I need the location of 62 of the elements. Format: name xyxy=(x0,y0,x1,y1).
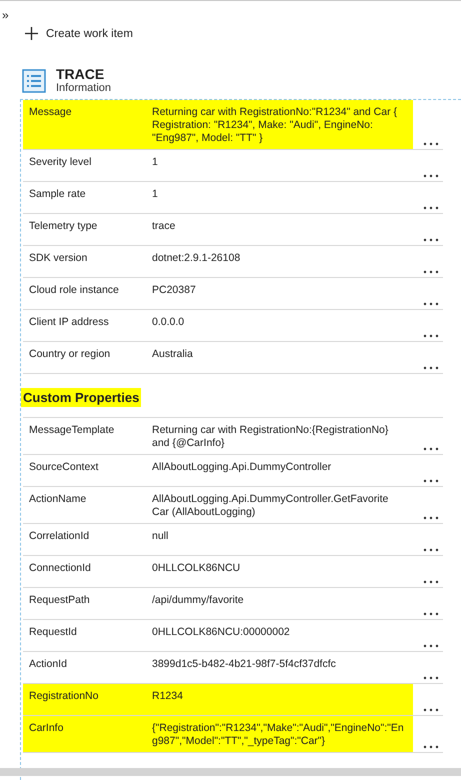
property-value: {"Registration":"R1234","Make":"Audi","EngineNo":"Eng987","Model":"TT","_typeTag":"Car"} xyxy=(148,716,413,752)
more-icon xyxy=(423,708,439,712)
property-value: 3899d1c5-b482-4b21-98f7-5f4cf37dfcfc xyxy=(151,657,337,672)
more-icon xyxy=(423,366,439,370)
create-work-item-button[interactable]: Create work item xyxy=(25,27,133,40)
property-label: ConnectionId xyxy=(28,561,92,576)
more-icon xyxy=(423,516,439,520)
property-value: 1 xyxy=(151,155,159,170)
property-label: CorrelationId xyxy=(28,529,90,544)
list-icon xyxy=(22,68,46,92)
more-icon xyxy=(423,580,439,584)
more-icon xyxy=(423,142,439,146)
more-icon xyxy=(423,612,439,616)
property-label: RegistrationNo xyxy=(23,684,148,715)
property-label: Cloud role instance xyxy=(28,283,120,298)
more-icon xyxy=(423,548,439,552)
property-value: R1234 xyxy=(148,684,413,715)
property-value: 0.0.0.0 xyxy=(151,315,186,330)
more-icon xyxy=(423,478,439,482)
trace-title: TRACE xyxy=(56,66,106,82)
more-icon xyxy=(423,644,439,648)
property-label: Message xyxy=(23,100,148,149)
property-value: AllAboutLogging.Api.DummyController xyxy=(151,460,332,475)
more-icon xyxy=(423,238,439,242)
property-value: null xyxy=(151,529,170,544)
property-label: Sample rate xyxy=(28,187,87,202)
property-label: SourceContext xyxy=(28,460,100,475)
more-icon xyxy=(423,174,439,178)
property-value: Australia xyxy=(151,347,194,362)
property-value: PC20387 xyxy=(151,283,197,298)
property-value: 0HLLCOLK86NCU:00000002 xyxy=(151,625,291,640)
trace-subtitle: Information xyxy=(56,82,112,95)
more-icon xyxy=(423,206,439,210)
plus-icon xyxy=(25,27,38,40)
property-value: 0HLLCOLK86NCU xyxy=(151,561,242,576)
collapse-toggle[interactable]: » xyxy=(2,9,9,21)
property-label: Telemetry type xyxy=(28,219,98,234)
property-label: Client IP address xyxy=(28,315,110,330)
property-value: 1 xyxy=(151,187,159,202)
property-label: SDK version xyxy=(28,251,88,266)
property-value: Returning car with RegistrationNo:"R1234" and Car { Registration: "R1234", Make: "Audi", EngineNo: "Eng987", Model: "TT" } xyxy=(148,100,413,149)
more-icon xyxy=(423,446,439,450)
section-title: Custom Properties xyxy=(21,388,142,407)
more-icon xyxy=(423,334,439,338)
horizontal-scrollbar[interactable] xyxy=(0,768,461,776)
property-value: trace xyxy=(151,219,176,234)
more-icon xyxy=(423,676,439,680)
property-label: CarInfo xyxy=(23,716,148,752)
property-label: RequestId xyxy=(28,625,78,640)
property-value: Returning car with RegistrationNo:{RegistrationNo} and {@CarInfo} xyxy=(151,423,390,451)
more-icon xyxy=(423,302,439,306)
property-label: MessageTemplate xyxy=(28,423,116,438)
property-label: Country or region xyxy=(28,347,112,362)
property-label: ActionName xyxy=(28,492,88,507)
property-label: RequestPath xyxy=(28,593,91,608)
property-value: dotnet:2.9.1-26108 xyxy=(151,251,242,266)
more-icon xyxy=(423,744,439,748)
more-icon xyxy=(423,270,439,274)
property-value: AllAboutLogging.Api.DummyController.GetFavorite Car (AllAboutLogging) xyxy=(151,492,390,520)
property-value: /api/dummy/favorite xyxy=(151,593,245,608)
property-label: Severity level xyxy=(28,155,92,170)
property-label: ActionId xyxy=(28,657,68,672)
